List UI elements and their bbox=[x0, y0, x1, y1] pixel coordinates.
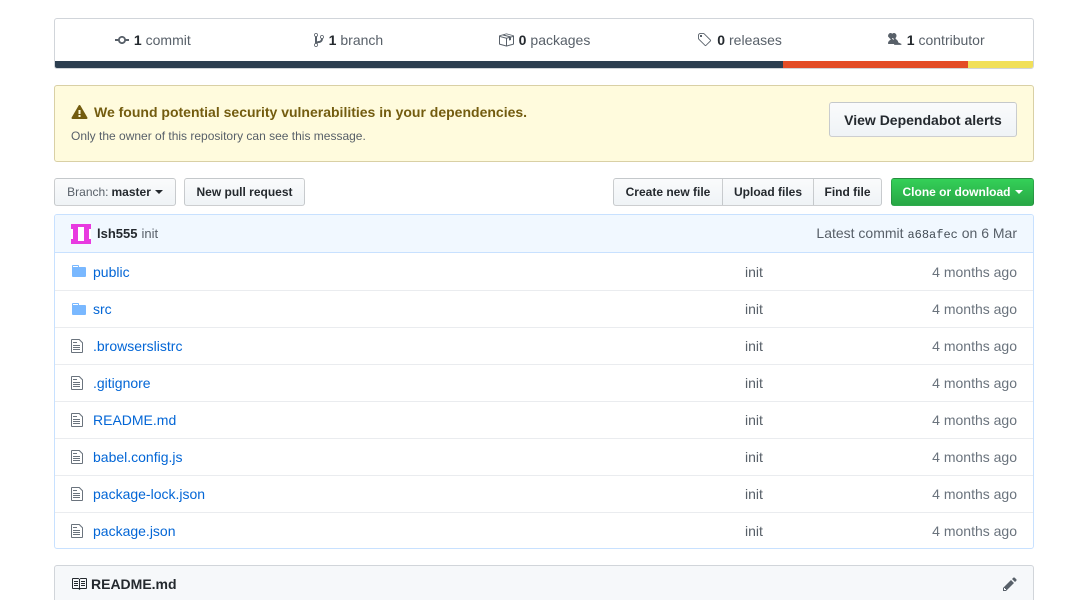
view-dependabot-alerts-button[interactable]: View Dependabot alerts bbox=[829, 102, 1017, 137]
contributors-label: contributor bbox=[918, 32, 985, 48]
language-segment[interactable] bbox=[55, 61, 783, 68]
branches-label: branch bbox=[340, 32, 384, 48]
people-icon bbox=[887, 33, 902, 45]
language-bar[interactable] bbox=[55, 61, 1033, 68]
commits-label: commit bbox=[145, 32, 191, 48]
clone-label: Clone or download bbox=[902, 185, 1011, 199]
latest-commit-label: Latest commit bbox=[816, 225, 904, 241]
language-segment[interactable] bbox=[968, 61, 1033, 68]
security-alert: We found potential security vulnerabilit… bbox=[54, 85, 1034, 162]
file-age: 4 months ago bbox=[932, 449, 1017, 465]
branch-icon bbox=[313, 32, 324, 47]
package-icon bbox=[498, 33, 514, 47]
file-age: 4 months ago bbox=[932, 412, 1017, 428]
branch-prefix: Branch: bbox=[67, 185, 109, 199]
file-commit-message-link[interactable]: init bbox=[745, 264, 763, 280]
file-row: babel.config.js init 4 months ago bbox=[55, 438, 1033, 475]
folder-icon bbox=[71, 302, 87, 319]
commit-sha-link[interactable]: a68afec bbox=[907, 228, 957, 242]
folder-icon bbox=[71, 264, 87, 281]
packages-label: packages bbox=[530, 32, 591, 48]
alert-title: We found potential security vulnerabilit… bbox=[94, 104, 528, 120]
find-file-button[interactable]: Find file bbox=[813, 178, 882, 206]
file-age: 4 months ago bbox=[932, 263, 1017, 280]
file-row: public init 4 months ago bbox=[55, 253, 1033, 290]
file-row: README.md init 4 months ago bbox=[55, 401, 1033, 438]
file-name-link[interactable]: package.json bbox=[93, 523, 176, 539]
create-new-file-button[interactable]: Create new file bbox=[613, 178, 723, 206]
book-icon bbox=[72, 578, 87, 590]
releases-stat[interactable]: 0 releases bbox=[642, 32, 838, 48]
file-age: 4 months ago bbox=[932, 338, 1017, 354]
file-age: 4 months ago bbox=[932, 523, 1017, 539]
commits-stat[interactable]: 1 commit bbox=[55, 32, 251, 48]
file-commit-message-link[interactable]: init bbox=[745, 338, 763, 354]
file-name-link[interactable]: package-lock.json bbox=[93, 486, 205, 502]
alert-subtitle: Only the owner of this repository can se… bbox=[71, 129, 366, 143]
file-age: 4 months ago bbox=[932, 486, 1017, 502]
file-name-link[interactable]: src bbox=[93, 301, 112, 317]
commits-count: 1 bbox=[133, 32, 142, 48]
file-commit-message-link[interactable]: init bbox=[745, 375, 763, 391]
readme-title: README.md bbox=[91, 576, 177, 592]
commit-icon bbox=[114, 36, 129, 44]
commit-message-link[interactable]: init bbox=[141, 226, 158, 241]
packages-stat[interactable]: 0 packages bbox=[446, 32, 642, 48]
branch-name: master bbox=[111, 185, 151, 199]
file-icon bbox=[71, 412, 83, 431]
file-commit-message-link[interactable]: init bbox=[745, 523, 763, 539]
file-navigation-toolbar: Branch: master New pull request Create n… bbox=[54, 178, 1034, 206]
branches-count: 1 bbox=[328, 32, 337, 48]
file-age: 4 months ago bbox=[932, 375, 1017, 391]
upload-files-button[interactable]: Upload files bbox=[722, 178, 814, 206]
file-list: public init 4 months ago src init 4 months ag… bbox=[55, 253, 1033, 548]
repo-stats-bar: 1 commit 1 branch 0 packages 0 releases … bbox=[54, 18, 1034, 69]
releases-label: releases bbox=[729, 32, 782, 48]
readme-header: README.md bbox=[54, 565, 1034, 600]
branch-select-button[interactable]: Branch: master bbox=[54, 178, 176, 206]
file-commit-message-link[interactable]: init bbox=[745, 449, 763, 465]
file-actions-group: Create new file Upload files Find file bbox=[613, 178, 882, 206]
new-pull-request-button[interactable]: New pull request bbox=[184, 178, 305, 206]
avatar[interactable] bbox=[71, 223, 91, 244]
file-name-link[interactable]: babel.config.js bbox=[93, 449, 183, 465]
clone-or-download-button[interactable]: Clone or download bbox=[891, 178, 1034, 206]
file-name-link[interactable]: .browserslistrc bbox=[93, 338, 182, 354]
file-commit-message-link[interactable]: init bbox=[745, 301, 763, 317]
file-icon bbox=[71, 449, 83, 468]
tag-icon bbox=[698, 33, 712, 47]
file-name-link[interactable]: .gitignore bbox=[93, 375, 151, 391]
commit-author-link[interactable]: lsh555 bbox=[97, 226, 137, 241]
file-icon bbox=[71, 375, 83, 394]
file-row: package.json init 4 months ago bbox=[55, 512, 1033, 548]
contributors-count: 1 bbox=[906, 32, 915, 48]
commit-date: on 6 Mar bbox=[961, 225, 1017, 241]
file-row: .browserslistrc init 4 months ago bbox=[55, 327, 1033, 364]
file-commit-message-link[interactable]: init bbox=[745, 486, 763, 502]
latest-commit-info: Latest commit a68afec on 6 Mar bbox=[816, 225, 1017, 242]
file-icon bbox=[71, 338, 83, 357]
chevron-down-icon bbox=[154, 190, 163, 194]
releases-count: 0 bbox=[717, 32, 726, 48]
file-age: 4 months ago bbox=[932, 301, 1017, 317]
pencil-icon[interactable] bbox=[1003, 576, 1017, 592]
contributors-stat[interactable]: 1 contributor bbox=[837, 32, 1033, 48]
file-row: .gitignore init 4 months ago bbox=[55, 364, 1033, 401]
file-name-link[interactable]: README.md bbox=[93, 412, 176, 428]
language-segment[interactable] bbox=[782, 61, 969, 68]
file-table: lsh555 init Latest commit a68afec on 6 M… bbox=[54, 214, 1034, 549]
packages-count: 0 bbox=[518, 32, 527, 48]
file-name-link[interactable]: public bbox=[93, 264, 130, 280]
file-row: package-lock.json init 4 months ago bbox=[55, 475, 1033, 512]
file-commit-message-link[interactable]: init bbox=[745, 412, 763, 428]
alert-icon bbox=[71, 105, 88, 120]
chevron-down-icon bbox=[1014, 190, 1023, 194]
file-row: src init 4 months ago bbox=[55, 290, 1033, 327]
branches-stat[interactable]: 1 branch bbox=[251, 32, 447, 48]
file-icon bbox=[71, 486, 83, 505]
file-icon bbox=[71, 523, 83, 542]
latest-commit-bar: lsh555 init Latest commit a68afec on 6 M… bbox=[55, 215, 1033, 253]
